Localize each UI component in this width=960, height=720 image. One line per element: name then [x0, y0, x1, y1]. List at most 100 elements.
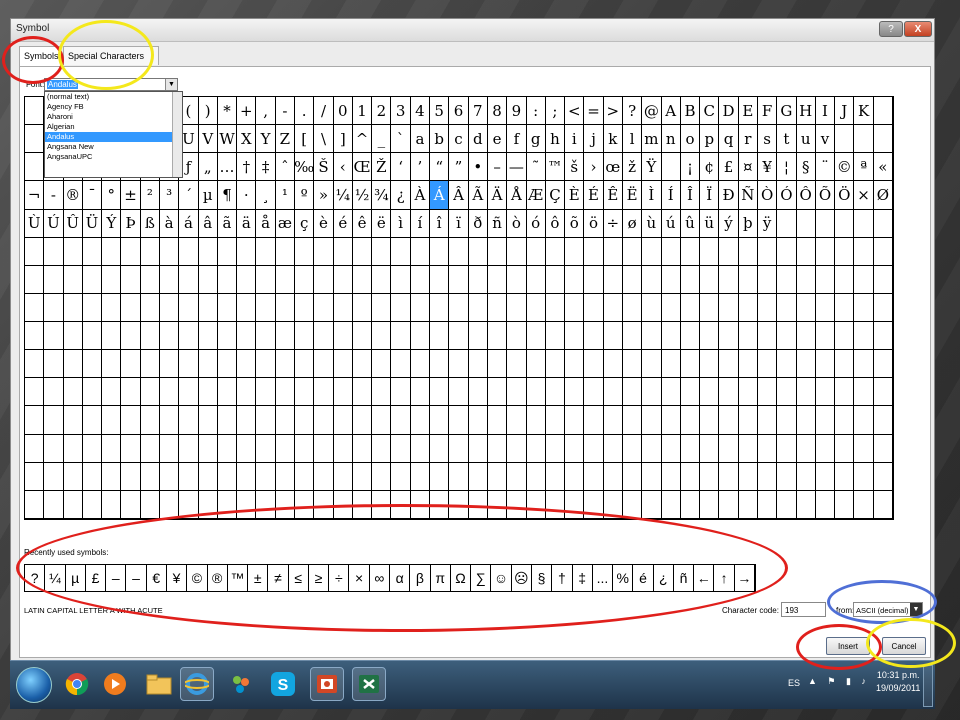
symbol-cell[interactable]: ª: [854, 153, 874, 182]
symbol-cell[interactable]: [468, 350, 488, 379]
symbol-cell[interactable]: ‰: [295, 153, 315, 182]
symbol-cell[interactable]: [410, 406, 431, 435]
symbol-cell[interactable]: ™: [545, 153, 566, 182]
symbol-cell[interactable]: [237, 293, 257, 323]
symbol-cell[interactable]: [468, 434, 488, 463]
symbol-cell[interactable]: [526, 293, 546, 323]
symbol-cell[interactable]: [815, 265, 836, 294]
symbol-cell[interactable]: ð: [468, 209, 488, 238]
symbol-cell[interactable]: [700, 378, 720, 407]
symbol-cell[interactable]: [25, 434, 45, 463]
symbol-cell[interactable]: [661, 265, 681, 294]
chevron-down-icon[interactable]: ▼: [910, 603, 922, 616]
symbol-cell[interactable]: [680, 265, 701, 294]
symbol-cell[interactable]: [487, 293, 508, 323]
recent-symbol-cell[interactable]: ¿: [654, 565, 674, 591]
symbol-cell[interactable]: °: [102, 181, 122, 210]
symbol-cell[interactable]: [372, 293, 392, 323]
symbol-cell[interactable]: [719, 406, 739, 435]
symbol-cell[interactable]: [507, 378, 527, 407]
symbol-cell[interactable]: ¾: [372, 181, 392, 210]
symbol-cell[interactable]: [526, 237, 546, 266]
symbol-cell[interactable]: [526, 350, 546, 379]
symbol-cell[interactable]: B: [680, 97, 701, 126]
symbol-cell[interactable]: [217, 237, 238, 266]
symbol-cell[interactable]: [565, 406, 585, 435]
symbol-cell[interactable]: [256, 406, 276, 435]
font-combo[interactable]: Andalus ▼: [44, 78, 178, 91]
symbol-cell[interactable]: [854, 293, 874, 323]
symbol-cell[interactable]: [545, 406, 566, 435]
symbol-cell[interactable]: [719, 378, 739, 407]
symbol-cell[interactable]: [102, 237, 122, 266]
symbol-cell[interactable]: [237, 322, 257, 351]
symbol-cell[interactable]: Î: [680, 181, 701, 210]
symbol-cell[interactable]: Þ: [121, 209, 141, 238]
symbol-cell[interactable]: [333, 237, 353, 266]
symbol-cell[interactable]: š: [565, 153, 585, 182]
symbol-cell[interactable]: [661, 434, 681, 463]
powerpoint-icon[interactable]: [310, 667, 344, 701]
cancel-button[interactable]: Cancel: [882, 637, 926, 655]
symbol-cell[interactable]: [873, 209, 893, 238]
symbol-cell[interactable]: [102, 265, 122, 294]
symbol-cell[interactable]: «: [873, 153, 893, 182]
symbol-cell[interactable]: ê: [352, 209, 373, 238]
symbol-cell[interactable]: [796, 406, 816, 435]
symbol-cell[interactable]: [160, 406, 180, 435]
symbol-cell[interactable]: [796, 265, 816, 294]
font-option[interactable]: (normal text): [45, 92, 182, 102]
symbol-cell[interactable]: [796, 350, 816, 379]
symbol-cell[interactable]: [314, 265, 334, 294]
symbol-cell[interactable]: Z: [275, 125, 296, 154]
symbol-cell[interactable]: `: [391, 125, 411, 154]
symbol-cell[interactable]: [526, 406, 546, 435]
symbol-cell[interactable]: [777, 350, 797, 379]
font-option[interactable]: AngsanaUPC: [45, 152, 182, 162]
symbol-cell[interactable]: [102, 406, 122, 435]
symbol-cell[interactable]: [237, 265, 257, 294]
symbol-cell[interactable]: §: [796, 153, 816, 182]
symbol-cell[interactable]: [449, 322, 469, 351]
symbol-cell[interactable]: [140, 406, 161, 435]
symbol-cell[interactable]: [179, 322, 199, 351]
symbol-cell[interactable]: [179, 490, 199, 519]
symbol-cell[interactable]: [835, 293, 855, 323]
symbol-cell[interactable]: [661, 406, 681, 435]
symbol-cell[interactable]: [603, 237, 623, 266]
symbol-cell[interactable]: [82, 265, 103, 294]
symbol-cell[interactable]: [352, 406, 373, 435]
symbol-cell[interactable]: [507, 462, 527, 491]
symbol-cell[interactable]: [410, 378, 431, 407]
recent-symbol-cell[interactable]: ×: [349, 565, 370, 591]
symbol-cell[interactable]: [873, 350, 893, 379]
show-desktop-button[interactable]: [923, 665, 933, 707]
symbol-cell[interactable]: [468, 378, 488, 407]
symbol-cell[interactable]: [140, 265, 161, 294]
symbol-cell[interactable]: [372, 462, 392, 491]
symbol-cell[interactable]: [700, 350, 720, 379]
symbol-cell[interactable]: [487, 350, 508, 379]
symbol-cell[interactable]: [82, 490, 103, 519]
symbol-cell[interactable]: [160, 265, 180, 294]
recent-symbol-cell[interactable]: –: [126, 565, 147, 591]
symbol-cell[interactable]: [352, 462, 373, 491]
recent-symbol-cell[interactable]: ←: [694, 565, 715, 591]
symbol-cell[interactable]: [44, 490, 64, 519]
symbol-cell[interactable]: Ì: [642, 181, 662, 210]
font-dropdown-list[interactable]: (normal text) Agency FB Aharoni Algerian…: [44, 91, 183, 178]
symbol-cell[interactable]: [815, 322, 836, 351]
symbol-cell[interactable]: [121, 237, 141, 266]
symbol-cell[interactable]: Â: [449, 181, 469, 210]
symbol-cell[interactable]: ý: [719, 209, 739, 238]
symbol-cell[interactable]: [757, 462, 778, 491]
skype-icon[interactable]: S: [266, 667, 300, 701]
character-code-input[interactable]: 193: [781, 602, 826, 617]
symbol-cell[interactable]: [854, 462, 874, 491]
symbol-cell[interactable]: [487, 462, 508, 491]
symbol-cell[interactable]: G: [777, 97, 797, 126]
symbol-cell[interactable]: ˜: [526, 153, 546, 182]
symbol-cell[interactable]: [198, 462, 218, 491]
symbol-cell[interactable]: [642, 462, 662, 491]
symbol-cell[interactable]: [333, 490, 353, 519]
